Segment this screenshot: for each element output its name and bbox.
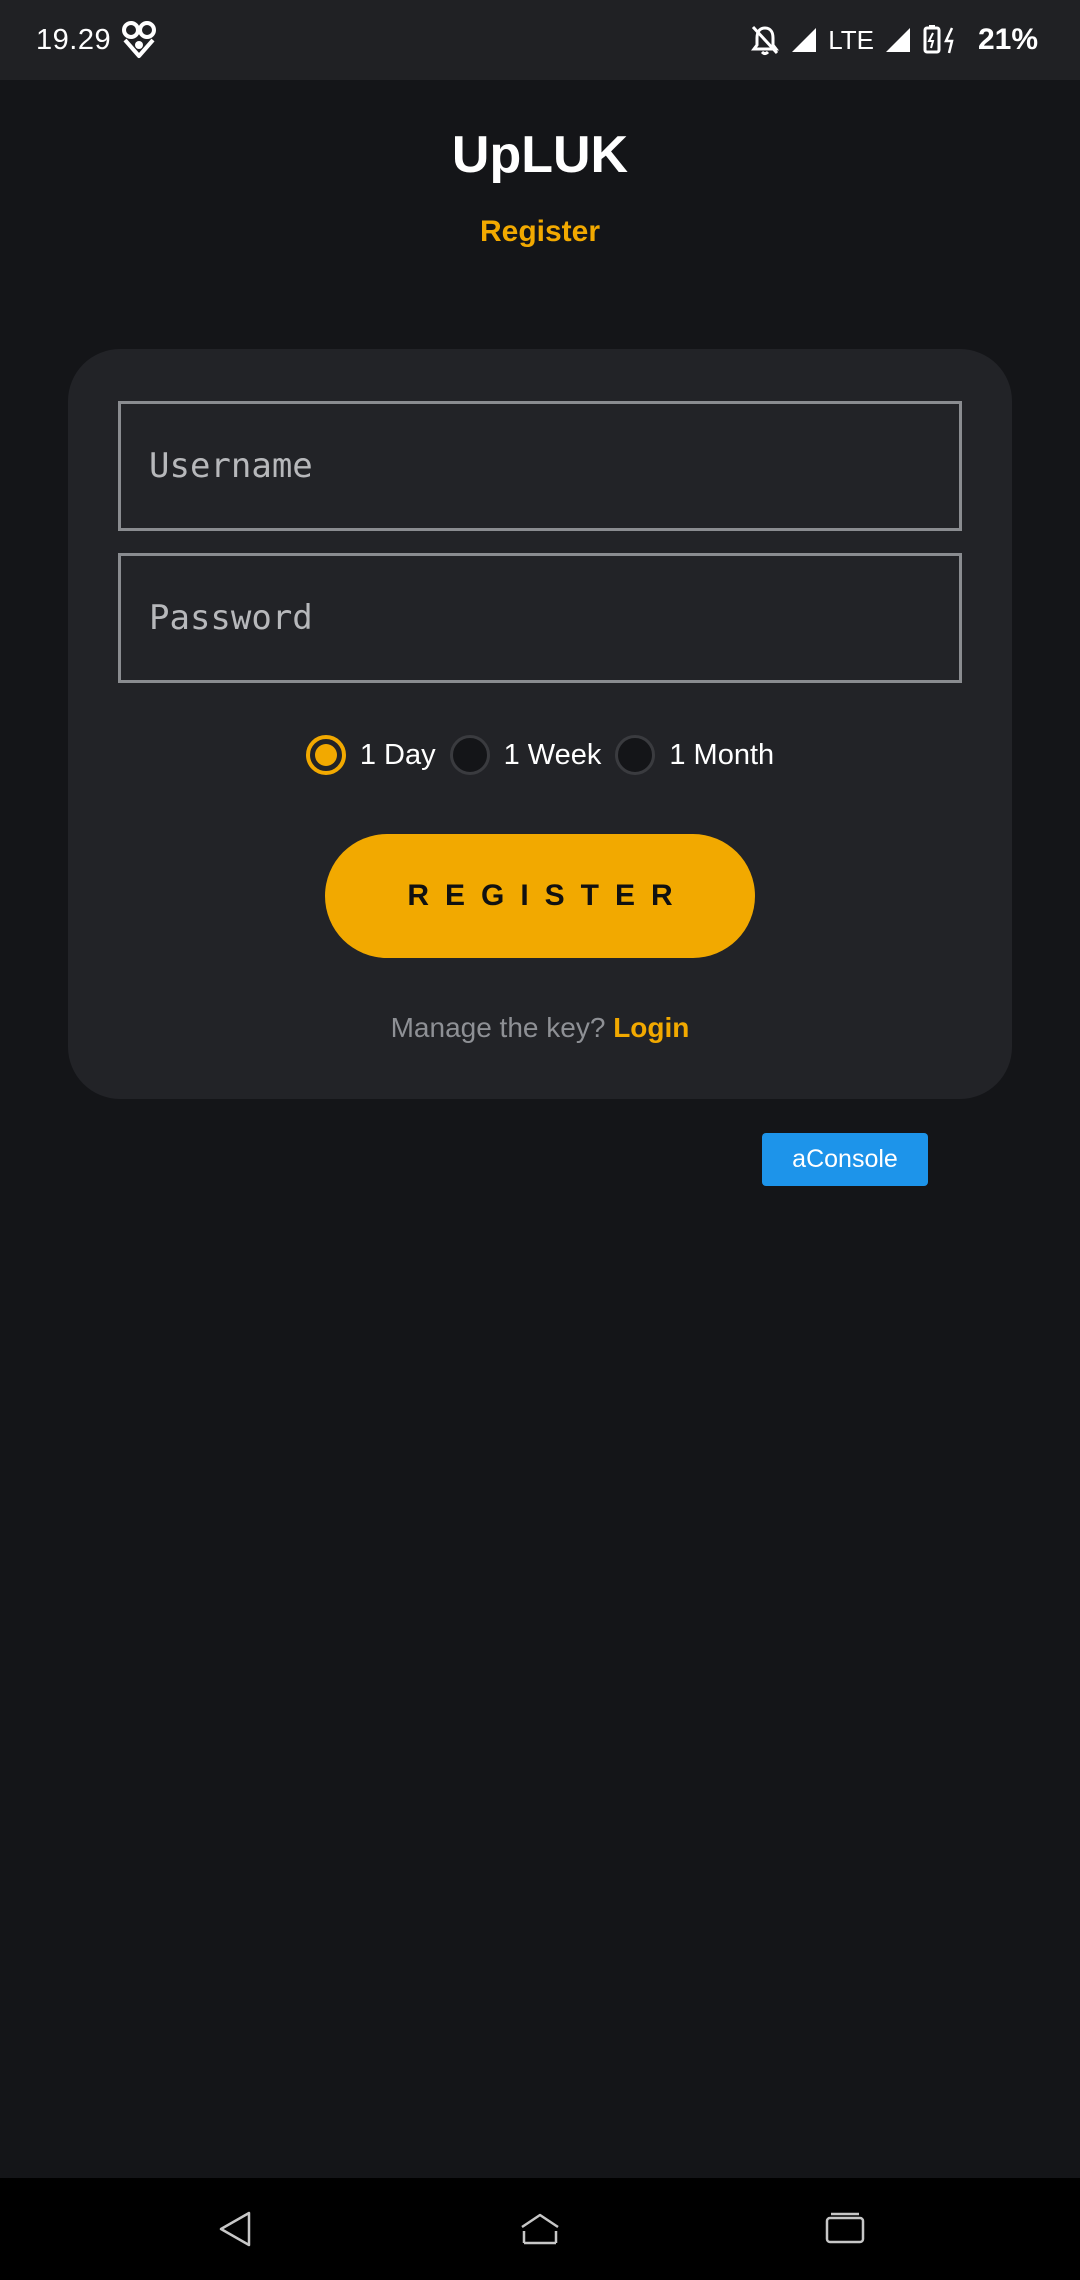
register-button[interactable]: REGISTER xyxy=(325,834,755,958)
navigation-bar xyxy=(0,2178,1080,2280)
status-bar-left: 19.29 xyxy=(36,20,157,60)
status-bar: 19.29 LTE 21% xyxy=(0,0,1080,80)
home-icon[interactable] xyxy=(510,2204,570,2254)
radio-dot xyxy=(314,744,337,766)
duration-radio-group: 1 Day 1 Week 1 Month xyxy=(68,735,1012,775)
status-bar-right: LTE 21% xyxy=(750,23,1038,57)
radio-option-1-week[interactable]: 1 Week xyxy=(449,735,602,775)
bell-off-icon xyxy=(750,24,780,56)
network-type: LTE xyxy=(828,24,874,55)
password-field[interactable] xyxy=(118,553,962,683)
signal-icon-secondary xyxy=(884,26,912,54)
login-prompt: Manage the key? xyxy=(390,1012,606,1043)
radio-option-1-month[interactable]: 1 Month xyxy=(615,735,774,775)
radio-label: 1 Week xyxy=(503,738,602,771)
app-title: UpLUK xyxy=(451,126,629,184)
radio-unselected-icon[interactable] xyxy=(449,735,490,775)
page-subtitle: Register xyxy=(479,215,601,248)
signal-icon xyxy=(790,26,818,54)
battery-percentage: 21% xyxy=(977,23,1038,56)
radio-option-1-day[interactable]: 1 Day xyxy=(305,735,436,775)
password-input[interactable] xyxy=(149,556,959,680)
username-field[interactable] xyxy=(118,401,962,531)
battery-charging-icon xyxy=(922,24,962,56)
username-input[interactable] xyxy=(149,404,959,528)
login-line: Manage the key? Login xyxy=(68,1012,1012,1044)
back-icon[interactable] xyxy=(205,2204,265,2254)
register-card: 1 Day 1 Week 1 Month REGISTER Manage the… xyxy=(68,349,1012,1099)
aconsole-button[interactable]: aConsole xyxy=(762,1133,928,1186)
radio-label: 1 Month xyxy=(669,738,775,771)
login-link[interactable]: Login xyxy=(613,1012,689,1043)
recents-icon[interactable] xyxy=(815,2204,875,2254)
heart-link-icon xyxy=(121,20,157,60)
radio-selected-icon[interactable] xyxy=(305,735,346,775)
radio-unselected-icon[interactable] xyxy=(615,735,656,775)
status-time: 19.29 xyxy=(36,23,112,56)
radio-label: 1 Day xyxy=(359,738,436,771)
